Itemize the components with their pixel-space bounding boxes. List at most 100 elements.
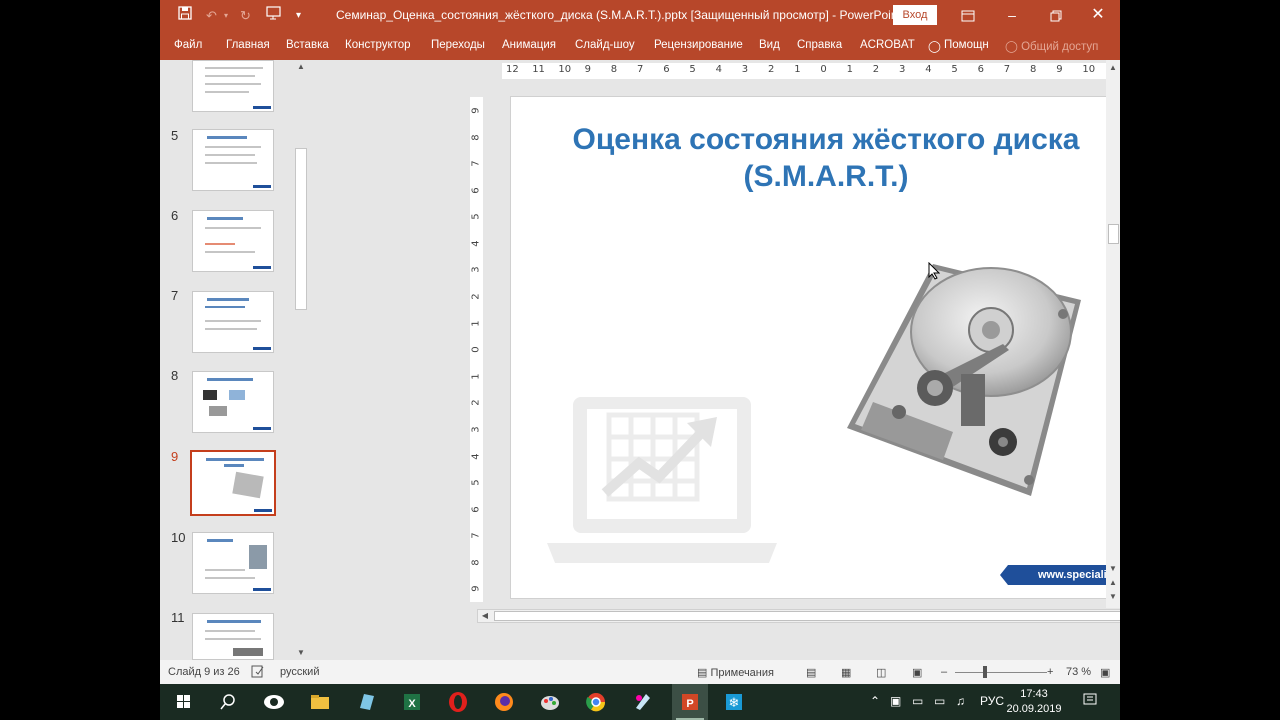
normal-view-icon[interactable]: ▤ <box>806 666 816 679</box>
tab-home[interactable]: Главная <box>226 39 270 51</box>
tab-review[interactable]: Рецензирование <box>654 39 743 51</box>
share-label: Общий доступ <box>1021 41 1099 53</box>
scroll-down-icon[interactable]: ▼ <box>295 648 307 657</box>
undo-dropdown-icon[interactable]: ▾ <box>224 6 228 26</box>
slide-editor: 1211109876543210123456789101112 98765432… <box>312 60 1120 660</box>
spellcheck-icon[interactable] <box>251 664 265 681</box>
ruler-tick-label: 5 <box>470 479 482 486</box>
show-hidden-icons-icon[interactable]: ⌃ <box>870 694 880 708</box>
ruler-tick-label: 1 <box>470 373 482 380</box>
slide-thumbnail[interactable] <box>192 371 274 433</box>
tab-view[interactable]: Вид <box>759 39 780 51</box>
opera-icon[interactable] <box>444 688 472 716</box>
slide-sorter-icon[interactable]: ▦ <box>841 666 851 679</box>
slide-title[interactable]: Оценка состояния жёсткого диска (S.M.A.R… <box>511 121 1120 195</box>
customize-toolbar-icon[interactable]: ▾ <box>296 6 301 26</box>
save-icon[interactable] <box>178 6 192 26</box>
restore-icon[interactable] <box>1034 0 1078 32</box>
volume-icon[interactable]: ♫ <box>956 694 965 708</box>
powerpoint-taskbar-icon[interactable]: P <box>672 684 708 720</box>
firefox-icon[interactable] <box>490 688 518 716</box>
network-icon[interactable]: ▭ <box>934 694 945 708</box>
tab-file[interactable]: Файл <box>174 39 202 51</box>
slide-thumbnail[interactable] <box>192 532 274 594</box>
slide-number-selected: 9 <box>171 449 179 464</box>
ruler-tick-label: 7 <box>470 160 482 167</box>
search-icon[interactable] <box>214 688 242 716</box>
sign-in-button[interactable]: Вход <box>893 5 937 25</box>
slide-thumbnail[interactable] <box>192 291 274 353</box>
lightbulb-icon[interactable]: ◯ <box>928 39 941 53</box>
task-view-icon[interactable] <box>260 688 288 716</box>
slideshow-view-icon[interactable]: ▣ <box>912 666 922 679</box>
tab-transitions[interactable]: Переходы <box>431 39 485 51</box>
slide-thumbnail-selected[interactable] <box>190 450 276 516</box>
zoom-slider-handle[interactable] <box>983 666 987 678</box>
zoom-out-icon[interactable]: – <box>941 666 947 678</box>
zoom-slider[interactable] <box>955 672 1047 673</box>
excel-icon[interactable]: X <box>398 688 426 716</box>
previous-slide-icon[interactable]: ▲ <box>1107 578 1119 587</box>
title-bar: ↶ ▾ ↻ ▾ Семинар_Оценка_состояния_жёстког… <box>160 0 1120 32</box>
scroll-left-icon[interactable]: ◀ <box>479 611 491 620</box>
notes-app-icon[interactable] <box>352 688 380 716</box>
ribbon-display-options-icon[interactable] <box>946 0 990 32</box>
windows-taskbar: X P ❄ ⌃ ▣ ▭ ▭ ♫ РУС 17:43 20.09.2019 <box>160 684 1120 720</box>
tab-help[interactable]: Справка <box>797 39 842 51</box>
ruler-tick-label: 2 <box>470 399 482 407</box>
language-indicator[interactable]: русский <box>280 666 319 678</box>
chrome-icon[interactable] <box>582 688 610 716</box>
slide-title-line2: (S.M.A.R.T.) <box>743 160 909 193</box>
thumbnail-scrollbar[interactable]: ▲ ▼ <box>295 60 307 660</box>
tray-app-icon[interactable]: ▣ <box>890 694 901 708</box>
editor-horizontal-scrollbar[interactable]: ◀ ▶ <box>477 609 1120 623</box>
tab-animation[interactable]: Анимация <box>502 39 556 51</box>
ruler-tick-label: 1 <box>794 64 801 75</box>
zoom-level[interactable]: 73 % <box>1066 666 1091 678</box>
notifications-icon[interactable] <box>1082 692 1098 711</box>
paint3d-icon[interactable] <box>628 688 656 716</box>
scroll-up-icon[interactable]: ▲ <box>295 62 307 71</box>
ruler-tick-label: 11 <box>532 64 545 75</box>
slide-thumbnail[interactable] <box>192 60 274 112</box>
undo-icon[interactable]: ↶ <box>206 6 217 26</box>
scroll-up-icon[interactable]: ▲ <box>1107 63 1119 72</box>
snowflake-app-icon[interactable]: ❄ <box>720 688 748 716</box>
scroll-thumb[interactable] <box>295 148 307 310</box>
system-clock[interactable]: 17:43 20.09.2019 <box>998 687 1070 717</box>
minimize-icon[interactable]: – <box>990 0 1034 32</box>
tab-acrobat[interactable]: ACROBAT <box>860 39 915 51</box>
slide-canvas[interactable]: Оценка состояния жёсткого диска (S.M.A.R… <box>510 96 1120 599</box>
user-icon: ◯ <box>1005 41 1018 53</box>
slide-number: 8 <box>171 368 179 383</box>
reading-view-icon[interactable]: ◫ <box>876 666 886 679</box>
close-icon[interactable]: ✕ <box>1076 0 1120 32</box>
fit-to-window-icon[interactable]: ▣ <box>1100 666 1110 679</box>
redo-icon[interactable]: ↻ <box>240 6 251 26</box>
tell-me-search[interactable]: Помощн <box>944 39 989 51</box>
tab-insert[interactable]: Вставка <box>286 39 329 51</box>
scroll-thumb[interactable] <box>1108 224 1119 244</box>
slide-thumbnail[interactable] <box>192 613 274 660</box>
slide-counter[interactable]: Слайд 9 из 26 <box>168 666 240 678</box>
next-slide-icon[interactable]: ▼ <box>1107 592 1119 601</box>
share-button[interactable]: ◯ Общий доступ <box>1005 39 1098 53</box>
file-explorer-icon[interactable] <box>306 688 334 716</box>
tab-design[interactable]: Конструктор <box>345 39 411 51</box>
scroll-thumb[interactable] <box>494 611 1120 621</box>
paint-icon[interactable] <box>536 688 564 716</box>
notes-label: Примечания <box>710 667 774 679</box>
display-icon[interactable]: ▭ <box>912 694 923 708</box>
tab-slideshow[interactable]: Слайд-шоу <box>575 39 635 51</box>
ruler-tick-label: 6 <box>470 187 482 194</box>
notes-button[interactable]: ▤ Примечания <box>697 666 774 679</box>
scroll-down-icon[interactable]: ▼ <box>1107 564 1119 573</box>
windows-start-icon[interactable] <box>170 688 198 716</box>
ruler-tick-label: 2 <box>470 293 482 300</box>
slide-thumbnail[interactable] <box>192 210 274 272</box>
editor-vertical-scrollbar[interactable]: ▲ ▼ ▲ ▼ <box>1106 60 1120 608</box>
slide-thumbnail[interactable] <box>192 129 274 191</box>
laptop-chart-graphic <box>547 397 777 563</box>
start-from-beginning-icon[interactable] <box>266 6 282 26</box>
zoom-in-icon[interactable]: + <box>1047 666 1053 678</box>
